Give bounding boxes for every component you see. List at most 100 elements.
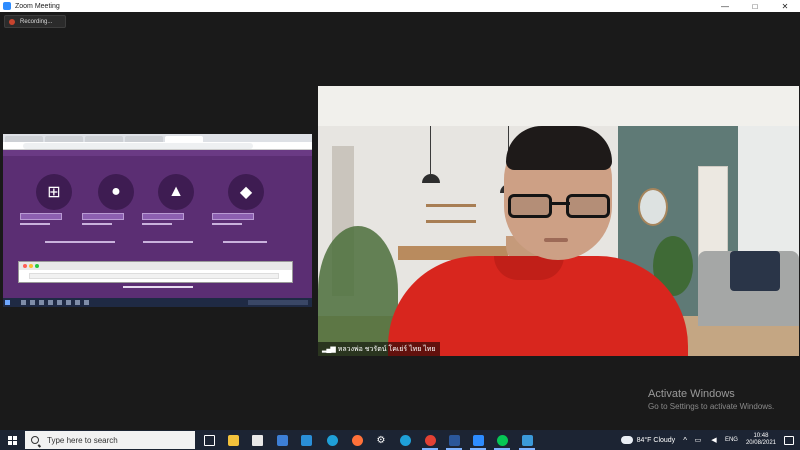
shared-app-icon xyxy=(39,300,44,305)
watermark-title: Activate Windows xyxy=(648,388,735,400)
shared-app-icon xyxy=(57,300,62,305)
shared-page-heading xyxy=(3,150,312,156)
zoom-dot-icon xyxy=(35,264,39,268)
activate-windows-watermark: Activate Windows Go to Settings to activ… xyxy=(648,388,774,411)
shared-start-icon xyxy=(5,300,10,305)
shared-taskbar-icons xyxy=(21,300,89,305)
record-dot-icon xyxy=(9,18,15,25)
download-android: ◆ xyxy=(211,174,281,234)
zoom-icon xyxy=(472,434,484,446)
taskbar-line[interactable] xyxy=(490,430,514,450)
linux-icon: ▲ xyxy=(158,174,194,210)
taskbar-file-explorer[interactable] xyxy=(221,430,245,450)
apple-icon: ● xyxy=(98,174,134,210)
recording-indicator[interactable]: Recording... xyxy=(4,15,66,28)
language-indicator[interactable]: ENG xyxy=(725,437,738,443)
download-button xyxy=(142,213,184,220)
download-linux: ▲ xyxy=(141,174,211,234)
pillow xyxy=(730,251,780,291)
clock-date: 20/08/2021 xyxy=(745,440,776,446)
taskbar-zoom[interactable] xyxy=(466,430,490,450)
cloud-icon xyxy=(620,436,633,444)
shared-tray xyxy=(248,300,308,305)
word-icon xyxy=(448,434,460,446)
taskbar-clock[interactable]: 10:48 20/08/2021 xyxy=(746,433,776,447)
glasses-lens xyxy=(508,194,552,218)
taskbar-firefox[interactable] xyxy=(345,430,369,450)
shared-app-icon xyxy=(30,300,35,305)
folder-icon xyxy=(227,434,239,446)
window-controls: — □ ✕ xyxy=(710,0,800,12)
ceiling xyxy=(318,86,799,126)
meeting-window-icon xyxy=(521,434,533,446)
taskbar-settings[interactable]: ⚙ xyxy=(369,430,393,450)
taskbar-edge-legacy[interactable] xyxy=(320,430,344,450)
taskbar-zoom-meeting[interactable] xyxy=(515,430,539,450)
shared-screen-view[interactable]: ⊞ ● ▲ ◆ xyxy=(3,134,312,307)
windows-taskbar: Type here to search ⚙ 84°F Cloudy ^ ▭ ◀ … xyxy=(0,430,800,450)
shared-link-text xyxy=(45,241,115,243)
network-icon[interactable]: ▭ xyxy=(693,436,703,444)
task-view-icon xyxy=(203,434,215,446)
taskbar-edge[interactable] xyxy=(393,430,417,450)
watermark-subtitle: Go to Settings to activate Windows. xyxy=(648,402,775,411)
taskbar-store[interactable] xyxy=(245,430,269,450)
popup-titlebar xyxy=(19,262,292,270)
download-button xyxy=(20,213,62,220)
window-title: Zoom Meeting xyxy=(15,2,60,10)
minimize-button[interactable]: — xyxy=(710,0,740,12)
taskbar-chrome[interactable] xyxy=(418,430,442,450)
edge-legacy-icon xyxy=(326,434,338,446)
close-dot-icon xyxy=(23,264,27,268)
volume-icon[interactable]: ◀ xyxy=(709,436,719,444)
participant-name: หลวงพ่อ ชวรัตน์ โคเย่ร์ ไทย ไทย xyxy=(337,345,436,353)
recording-label: Recording... xyxy=(20,18,53,25)
shelf xyxy=(426,220,476,223)
signal-strength-icon: ▂▄▆ xyxy=(322,346,336,353)
taskbar-word[interactable] xyxy=(442,430,466,450)
download-link xyxy=(82,223,112,225)
search-icon xyxy=(31,436,39,444)
download-link xyxy=(20,223,50,225)
download-link xyxy=(142,223,172,225)
clock-time: 10:48 xyxy=(753,433,769,439)
download-button xyxy=(212,213,254,220)
start-button[interactable] xyxy=(0,430,24,450)
mouth xyxy=(544,238,568,242)
shared-app-icon xyxy=(66,300,71,305)
firefox-icon xyxy=(351,434,363,446)
task-view-button[interactable] xyxy=(197,430,221,450)
edge-icon xyxy=(399,434,411,446)
chevron-up-icon[interactable]: ^ xyxy=(683,436,687,445)
notification-icon[interactable] xyxy=(784,435,794,445)
popup-field xyxy=(29,273,279,279)
shared-app-icon xyxy=(48,300,53,305)
maximize-button[interactable]: □ xyxy=(740,0,770,12)
chrome-icon xyxy=(424,434,436,446)
download-windows: ⊞ xyxy=(19,174,89,234)
download-link xyxy=(212,223,242,225)
taskbar-mail[interactable] xyxy=(270,430,294,450)
shared-taskbar xyxy=(3,298,312,307)
minimize-dot-icon xyxy=(29,264,33,268)
taskbar-photos[interactable] xyxy=(294,430,318,450)
search-placeholder: Type here to search xyxy=(47,435,118,445)
zoom-app-icon xyxy=(3,2,11,10)
photos-icon xyxy=(300,434,312,446)
participant-hair xyxy=(506,126,612,170)
participant-video[interactable]: ▂▄▆ หลวงพ่อ ชวรัตน์ โคเย่ร์ ไทย ไทย xyxy=(318,86,799,356)
shared-app-icon xyxy=(84,300,89,305)
shared-address-bar xyxy=(3,142,312,150)
download-button xyxy=(82,213,124,220)
taskbar-search[interactable]: Type here to search xyxy=(25,431,195,449)
shelf xyxy=(426,204,476,207)
shared-app-icon xyxy=(75,300,80,305)
close-button[interactable]: ✕ xyxy=(770,0,800,12)
system-tray: 84°F Cloudy ^ ▭ ◀ ENG 10:48 20/08/2021 xyxy=(620,430,800,450)
shared-popup-window xyxy=(18,261,293,283)
windows-logo-icon xyxy=(7,435,17,445)
round-mirror xyxy=(638,188,668,226)
window-titlebar: Zoom Meeting — □ ✕ xyxy=(0,0,800,12)
weather-widget[interactable]: 84°F Cloudy xyxy=(637,437,676,444)
shared-link-text xyxy=(143,241,193,243)
